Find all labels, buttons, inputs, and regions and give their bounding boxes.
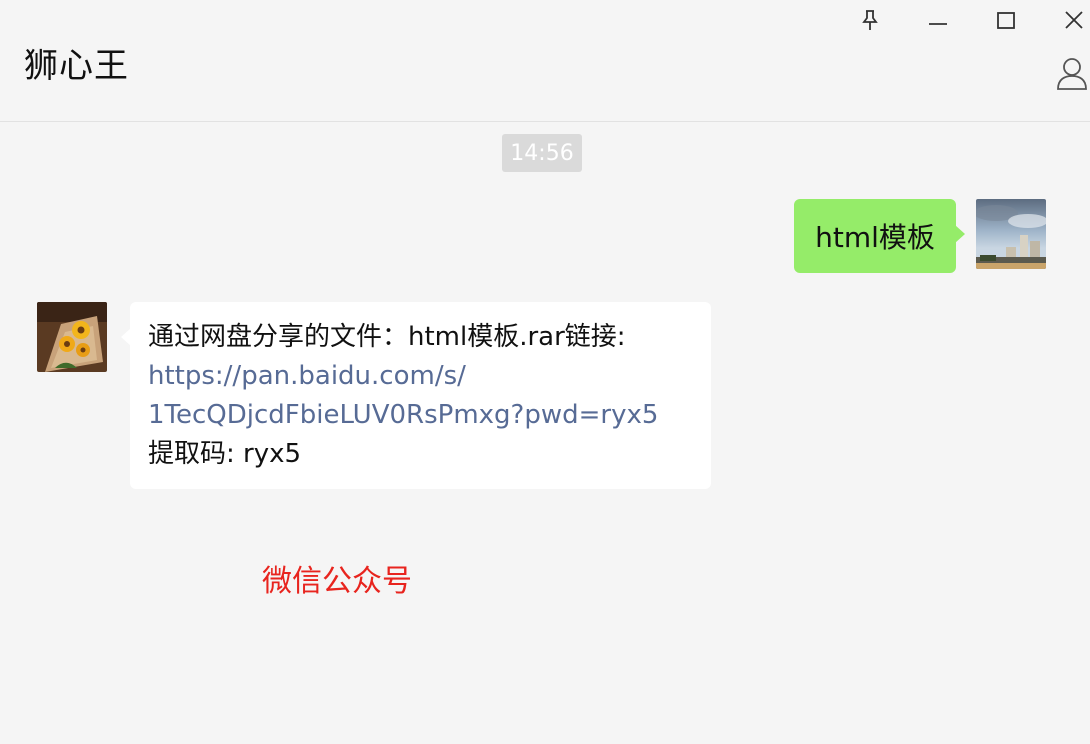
close-button[interactable] xyxy=(1056,4,1090,36)
sent-message-bubble[interactable]: html模板 xyxy=(794,199,965,273)
chat-window: 狮心王 14:56 html模板 通过网盘分享的文件：html模板.rar链接:… xyxy=(0,0,1090,744)
self-avatar[interactable] xyxy=(976,199,1046,269)
received-message-bubble[interactable]: 通过网盘分享的文件：html模板.rar链接: https://pan.baid… xyxy=(121,302,711,489)
contact-avatar-image xyxy=(37,302,107,372)
pin-icon xyxy=(862,10,878,30)
chat-header: 狮心王 xyxy=(0,0,1090,122)
close-icon xyxy=(1065,11,1083,29)
share-link-part1[interactable]: https://pan.baidu.com/s/ xyxy=(148,357,693,396)
share-link-part2[interactable]: 1TecQDjcdFbieLUV0RsPmxg?pwd=ryx5 xyxy=(148,396,693,435)
pin-button[interactable] xyxy=(852,4,888,36)
maximize-icon xyxy=(997,12,1015,29)
minimize-button[interactable] xyxy=(920,4,956,36)
self-avatar-image xyxy=(976,199,1046,269)
minimize-icon xyxy=(929,23,947,25)
maximize-button[interactable] xyxy=(988,4,1024,36)
extraction-code-line: 提取码: ryx5 xyxy=(148,439,302,469)
chat-title: 狮心王 xyxy=(24,46,129,86)
sent-message-text: html模板 xyxy=(815,221,935,254)
person-icon xyxy=(1057,58,1087,90)
chat-info-button[interactable] xyxy=(1054,54,1090,92)
message-timestamp: 14:56 xyxy=(502,134,582,172)
contact-avatar[interactable] xyxy=(37,302,107,372)
watermark-text: 微信公众号 xyxy=(262,564,412,599)
share-text-line: 通过网盘分享的文件：html模板.rar链接: xyxy=(148,322,626,352)
